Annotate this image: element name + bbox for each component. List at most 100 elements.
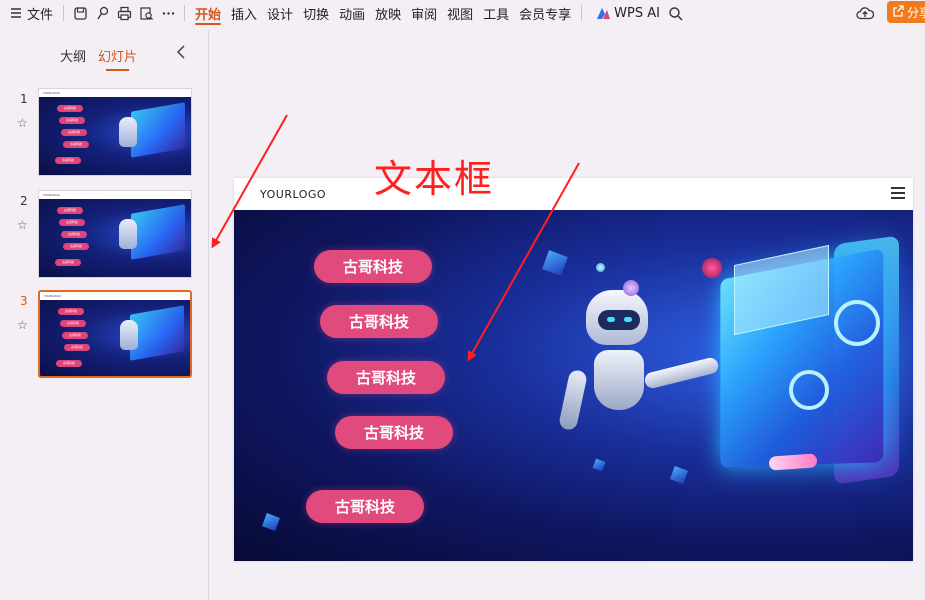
thumbnail-pill: 古哥科技 — [55, 157, 81, 164]
thumbnail-pill: 古哥科技 — [59, 117, 85, 124]
thumbnail-pill: 古哥科技 — [59, 219, 85, 226]
thumbnail-screen-graphic — [131, 102, 185, 158]
tab-animation[interactable]: 动画 — [334, 0, 370, 26]
file-menu-label: 文件 — [27, 7, 54, 23]
hamburger-icon — [891, 187, 905, 199]
thumbnail-pill: 古哥科技 — [63, 243, 89, 250]
share-button[interactable]: 分享 — [887, 1, 925, 23]
thumbnail-robot-graphic — [120, 320, 138, 350]
wps-ai-button[interactable]: WPS AI — [587, 0, 665, 26]
divider — [581, 5, 583, 21]
text-box-pill[interactable]: 古哥科技 — [335, 416, 453, 449]
thumbnail-robot-graphic — [119, 117, 137, 147]
tab-design[interactable]: 设计 — [262, 0, 298, 26]
tab-view[interactable]: 视图 — [442, 0, 478, 26]
annotation-label: 文本框 — [374, 157, 495, 201]
orb-graphic — [702, 258, 722, 278]
slide-number: 2 — [20, 194, 28, 208]
star-icon[interactable]: ☆ — [17, 116, 28, 130]
thumbnail-pill: 古哥科技 — [57, 207, 83, 214]
cube-graphic — [262, 513, 280, 531]
text-box-pill[interactable]: 古哥科技 — [327, 361, 445, 394]
slide-thumbnail-row[interactable]: 3 ☆ YOURLOGO 古哥科技 古哥科技 古哥科技 古哥科技 古哥科技 — [0, 290, 209, 380]
robot-arm-graphic — [643, 356, 720, 390]
thumbnail-pill: 古哥科技 — [63, 141, 89, 148]
text-box-pill[interactable]: 古哥科技 — [314, 250, 432, 283]
slide-thumbnail-row[interactable]: 1 ☆ YOURLOGO 古哥科技 古哥科技 古哥科技 古哥科技 古哥科技 — [0, 88, 209, 178]
slide-logo-text[interactable]: YOURLOGO — [260, 188, 326, 201]
ribbon-toolbar: 文件 开始 插入 设计 切换 动画 放映 审阅 视图 工具 会员专享 WPS A… — [0, 0, 925, 26]
slide-thumbnail[interactable]: YOURLOGO 古哥科技 古哥科技 古哥科技 古哥科技 古哥科技 — [38, 190, 192, 278]
slide-number: 3 — [20, 294, 28, 308]
print-preview-icon[interactable] — [137, 4, 155, 22]
tab-transition[interactable]: 切换 — [298, 0, 334, 26]
thumbnail-pill: 古哥科技 — [61, 231, 87, 238]
share-icon — [892, 4, 904, 20]
thumbnail-screen-graphic — [131, 204, 185, 260]
thumbnail-header: YOURLOGO — [39, 89, 191, 97]
file-menu[interactable]: 文件 — [0, 0, 58, 26]
tab-member[interactable]: 会员专享 — [514, 0, 576, 26]
thumbnail-body: 古哥科技 古哥科技 古哥科技 古哥科技 古哥科技 — [39, 97, 191, 175]
holo-ring-graphic — [834, 300, 880, 346]
holo-ring-graphic — [789, 370, 829, 410]
robot-eye-graphic — [624, 317, 632, 322]
tab-home[interactable]: 开始 — [190, 0, 226, 26]
slide-background: 古哥科技 古哥科技 古哥科技 古哥科技 古哥科技 — [234, 210, 913, 561]
thumbnail-pill: 古哥科技 — [62, 332, 88, 339]
slide-header-bar: YOURLOGO — [234, 178, 913, 210]
thumbnail-pill: 古哥科技 — [56, 360, 82, 367]
robot-visor-graphic — [598, 310, 640, 330]
thumbnail-pill: 古哥科技 — [58, 308, 84, 315]
slide-canvas[interactable]: YOURLOGO 古哥科技 古哥科技 古哥科技 古哥科技 古哥科技 — [234, 178, 913, 561]
thumbnail-robot-graphic — [119, 219, 137, 249]
thumbnail-pill: 古哥科技 — [57, 105, 83, 112]
thumbnail-screen-graphic — [130, 305, 184, 361]
print-icon[interactable] — [115, 4, 133, 22]
menu-icon — [7, 4, 25, 22]
robot-arm-graphic — [557, 368, 589, 432]
pen-graphic — [768, 453, 818, 471]
slide-panel: 大纲 幻灯片 1 ☆ YOURLOGO 古哥科技 古哥科技 古哥科技 古哥科技 … — [0, 30, 209, 600]
robot-eye-graphic — [607, 317, 615, 322]
cube-graphic — [542, 250, 568, 276]
star-icon[interactable]: ☆ — [17, 318, 28, 332]
thumbnail-body: 古哥科技 古哥科技 古哥科技 古哥科技 古哥科技 — [39, 199, 191, 277]
search-icon[interactable] — [667, 4, 685, 22]
panel-tabs: 大纲 幻灯片 — [60, 46, 137, 71]
thumbnail-header: YOURLOGO — [39, 191, 191, 199]
cube-graphic — [670, 466, 688, 484]
slide-thumbnail-selected[interactable]: YOURLOGO 古哥科技 古哥科技 古哥科技 古哥科技 古哥科技 — [38, 290, 192, 378]
wps-ai-label: WPS AI — [614, 5, 660, 21]
text-box-pill[interactable]: 古哥科技 — [306, 490, 424, 523]
thumbnail-body: 古哥科技 古哥科技 古哥科技 古哥科技 古哥科技 — [40, 300, 190, 376]
slide-thumbnail[interactable]: YOURLOGO 古哥科技 古哥科技 古哥科技 古哥科技 古哥科技 — [38, 88, 192, 176]
orb-graphic — [596, 263, 605, 272]
star-icon[interactable]: ☆ — [17, 218, 28, 232]
tab-review[interactable]: 审阅 — [406, 0, 442, 26]
tab-slides[interactable]: 幻灯片 — [98, 46, 137, 71]
slide-thumbnail-row[interactable]: 2 ☆ YOURLOGO 古哥科技 古哥科技 古哥科技 古哥科技 古哥科技 — [0, 190, 209, 280]
slide-number: 1 — [20, 92, 28, 106]
share-label: 分享 — [907, 5, 925, 20]
more-icon[interactable] — [159, 4, 177, 22]
tab-slideshow[interactable]: 放映 — [370, 0, 406, 26]
thumbnail-pill: 古哥科技 — [55, 259, 81, 266]
save-icon[interactable] — [71, 4, 89, 22]
cloud-upload-icon[interactable] — [856, 4, 874, 22]
orb-graphic — [623, 280, 639, 296]
format-painter-icon[interactable] — [93, 4, 111, 22]
cube-graphic — [592, 458, 606, 472]
tab-tools[interactable]: 工具 — [478, 0, 514, 26]
tab-outline[interactable]: 大纲 — [60, 46, 86, 65]
thumbnail-pill: 古哥科技 — [60, 320, 86, 327]
divider — [63, 5, 65, 21]
wps-ai-icon — [594, 4, 612, 22]
thumbnail-header: YOURLOGO — [40, 292, 190, 300]
thumbnail-pill: 古哥科技 — [61, 129, 87, 136]
tab-insert[interactable]: 插入 — [226, 0, 262, 26]
text-box-pill[interactable]: 古哥科技 — [320, 305, 438, 338]
collapse-panel-icon[interactable] — [176, 44, 186, 63]
thumbnail-pill: 古哥科技 — [64, 344, 90, 351]
divider — [184, 5, 186, 21]
